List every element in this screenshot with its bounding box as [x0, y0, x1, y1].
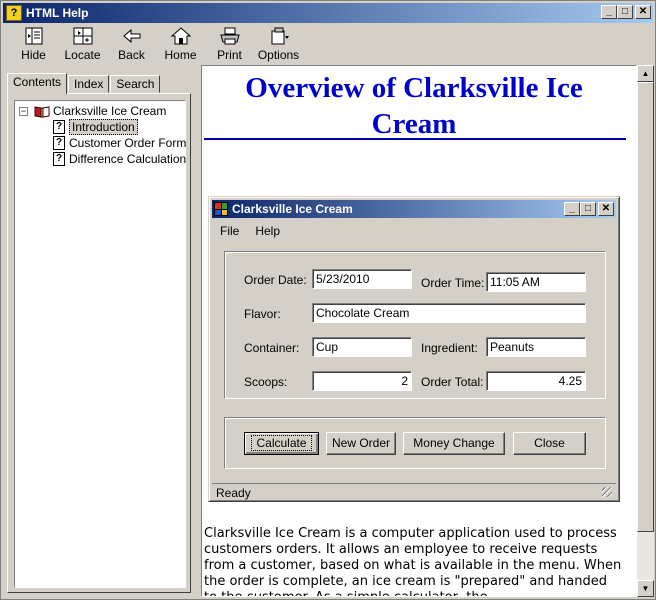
form-title: Clarksville Ice Cream	[232, 202, 353, 216]
container-field: Cup	[312, 337, 412, 357]
locate-button[interactable]: Locate	[58, 24, 107, 64]
new-order-button: New Order	[326, 432, 396, 455]
printer-icon	[219, 27, 240, 45]
form-menubar: File Help	[212, 221, 288, 241]
home-label: Home	[164, 48, 197, 62]
tree-item-root[interactable]: − Clarksville Ice Cream	[19, 103, 166, 119]
money-change-button: Money Change	[403, 432, 505, 455]
calculate-label: Calculate	[251, 435, 312, 451]
print-label: Print	[217, 48, 242, 62]
form-close-button: Close	[513, 432, 586, 455]
form-title-bar: Clarksville Ice Cream _ □ ✕	[212, 200, 616, 218]
order-time-label: Order Time:	[421, 276, 485, 290]
toolbar: Hide Locate Back Home Print Options	[3, 24, 653, 64]
tree-item-customer-order-form[interactable]: ? Customer Order Form	[53, 135, 186, 151]
html-help-window: ? HTML Help _ □ ✕ Hide Locate Back Home …	[0, 0, 656, 600]
tab-contents[interactable]: Contents	[7, 73, 68, 94]
close-button[interactable]: ✕	[635, 5, 651, 19]
topic-heading: Overview of Clarksville Ice Cream	[245, 72, 583, 140]
scoops-field: 2	[312, 371, 412, 391]
print-button[interactable]: Print	[205, 24, 254, 64]
collapse-icon[interactable]: −	[19, 106, 28, 116]
locate-icon	[73, 27, 92, 45]
scroll-down-button[interactable]: ▼	[637, 580, 654, 597]
scroll-up-button[interactable]: ▲	[637, 65, 654, 82]
form-status-bar: Ready	[212, 483, 616, 500]
ice-cream-form-screenshot: Clarksville Ice Cream _ □ ✕ File Help Or…	[208, 196, 620, 502]
help-topic-icon: ?	[53, 120, 65, 134]
order-date-label: Order Date:	[244, 273, 307, 287]
scroll-thumb[interactable]	[637, 82, 654, 532]
home-button[interactable]: Home	[156, 24, 205, 64]
tree-item-label: Clarksville Ice Cream	[53, 104, 167, 118]
topic-pane[interactable]: Overview of Clarksville Ice Cream Clarks…	[201, 65, 637, 597]
open-book-icon	[34, 105, 50, 118]
form-maximize-icon: □	[580, 202, 596, 216]
flavor-field: Chocolate Cream	[312, 303, 586, 323]
ingredient-label: Ingredient:	[421, 341, 478, 355]
hide-label: Hide	[21, 48, 46, 62]
tree-item-label: Customer Order Form	[69, 136, 187, 150]
hide-icon	[25, 27, 42, 45]
form-close-icon: ✕	[598, 202, 614, 216]
intro-paragraph: Clarksville Ice Cream is a computer appl…	[204, 526, 622, 596]
order-total-field: 4.25	[486, 371, 586, 391]
options-button[interactable]: Options	[254, 24, 303, 64]
maximize-button[interactable]: □	[617, 5, 633, 19]
window-title: HTML Help	[26, 6, 89, 20]
tree-item-introduction[interactable]: ? Introduction	[53, 119, 138, 135]
title-bar[interactable]: ? HTML Help _ □ ✕	[3, 3, 653, 23]
calculate-button: Calculate	[244, 432, 319, 455]
locate-label: Locate	[64, 48, 101, 62]
scoops-label: Scoops:	[244, 375, 288, 389]
contents-panel: − Clarksville Ice Cream ? Introduction ?…	[7, 93, 191, 593]
menu-help: Help	[255, 224, 281, 238]
back-arrow-icon	[122, 28, 140, 44]
back-button[interactable]: Back	[107, 24, 156, 64]
options-icon	[271, 27, 289, 45]
tree-item-label: Difference Calculation	[69, 152, 187, 166]
status-text: Ready	[216, 486, 251, 500]
order-date-field: 5/23/2010	[312, 269, 412, 289]
ingredient-field: Peanuts	[486, 337, 586, 357]
options-label: Options	[257, 48, 300, 62]
form-app-icon	[214, 202, 228, 216]
order-time-field: 11:05 AM	[486, 272, 586, 292]
menu-file: File	[220, 224, 240, 238]
help-app-icon: ?	[6, 5, 22, 21]
heading-rule	[204, 138, 626, 140]
form-minimize-icon: _	[564, 202, 580, 216]
home-icon	[170, 27, 191, 45]
order-total-label: Order Total:	[421, 375, 484, 389]
tree-item-difference-calculation[interactable]: ? Difference Calculation	[53, 151, 186, 167]
size-grip-icon	[602, 487, 612, 497]
container-label: Container:	[244, 341, 300, 355]
flavor-label: Flavor:	[244, 307, 281, 321]
tab-search[interactable]: Search	[110, 75, 161, 93]
tree-item-label: Introduction	[69, 119, 138, 135]
minimize-button[interactable]: _	[601, 5, 617, 19]
tab-index[interactable]: Index	[68, 75, 110, 93]
back-label: Back	[118, 48, 145, 62]
contents-tree: − Clarksville Ice Cream ? Introduction ?…	[14, 100, 186, 588]
topic-scrollbar[interactable]: ▲ ▼	[637, 65, 654, 597]
hide-button[interactable]: Hide	[9, 24, 58, 64]
help-topic-icon: ?	[53, 152, 65, 166]
help-topic-icon: ?	[53, 136, 65, 150]
navigation-pane: Contents Index Search − Clarksville Ice …	[3, 65, 197, 597]
